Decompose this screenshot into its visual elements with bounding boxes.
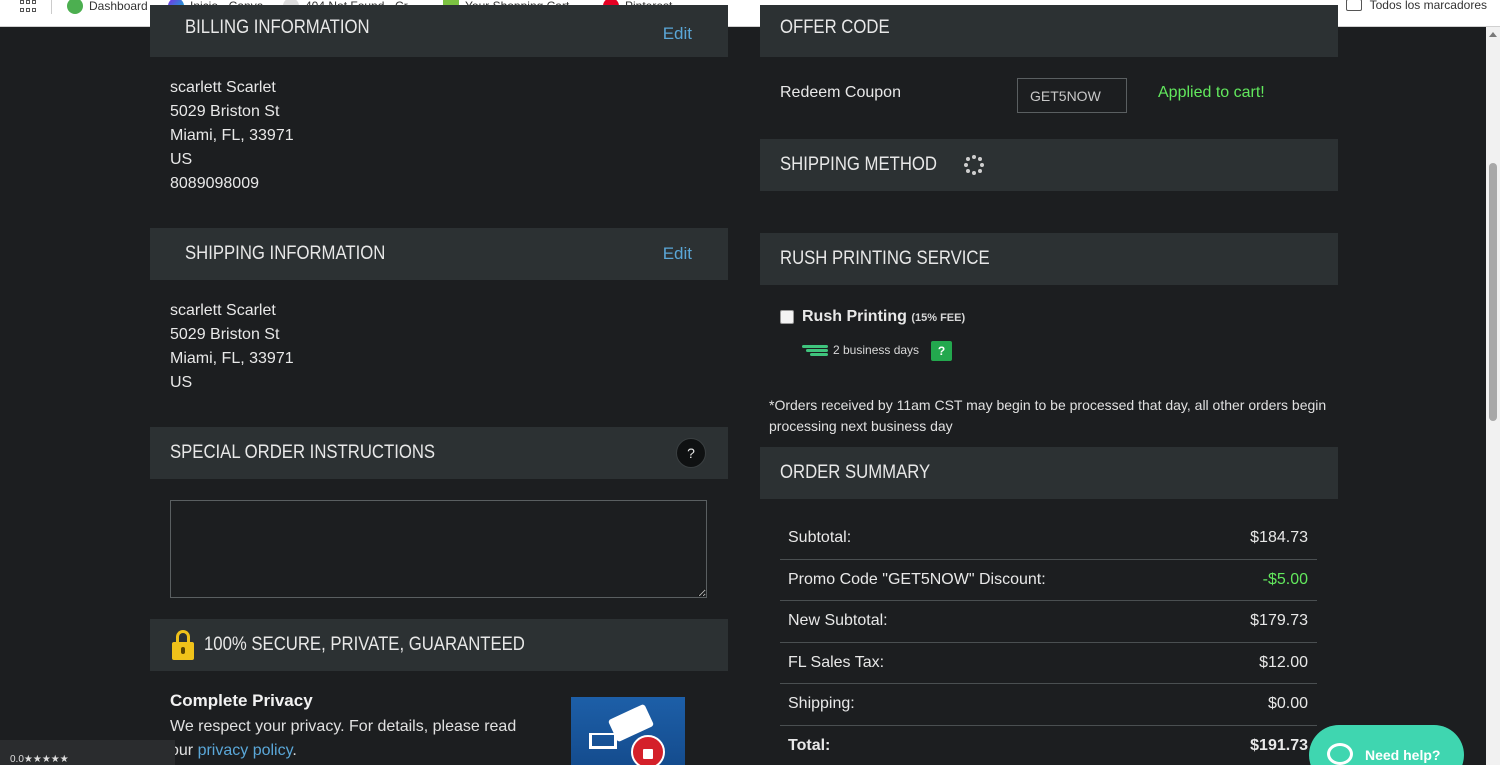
rush-printing-label[interactable]: Rush Printing (15% FEE) (802, 308, 965, 326)
bookmark-label: Dashboard (89, 0, 148, 13)
help-question-icon[interactable]: ? (676, 438, 706, 468)
dashboard-favicon-icon (67, 0, 83, 14)
business-days-text: 2 business days (833, 343, 920, 357)
shipping-edit-link[interactable]: Edit (663, 244, 692, 264)
apps-grid-icon[interactable] (20, 0, 36, 14)
summary-label: Subtotal: (788, 529, 852, 547)
summary-row-tax: FL Sales Tax: $12.00 (780, 643, 1317, 684)
summary-value: $184.73 (1250, 529, 1308, 547)
summary-value: -$5.00 (1262, 570, 1308, 588)
special-instructions-header: SPECIAL ORDER INSTRUCTIONS ? (150, 427, 728, 479)
summary-label: Promo Code "GET5NOW" Discount: (788, 570, 1046, 588)
privacy-title: Complete Privacy (170, 691, 313, 710)
shipping-method-title: SHIPPING METHOD (780, 154, 937, 175)
shipping-info-title: SHIPPING INFORMATION (185, 243, 386, 264)
special-instructions-textarea[interactable] (170, 500, 707, 598)
privacy-text: We respect your privacy. For details, pl… (170, 715, 530, 763)
order-summary-title: ORDER SUMMARY (780, 462, 931, 483)
rush-printing-text: Rush Printing (802, 308, 907, 325)
billing-edit-link[interactable]: Edit (663, 24, 692, 44)
summary-value: $179.73 (1250, 612, 1308, 630)
need-help-label: Need help? (1365, 747, 1441, 763)
offer-code-title: OFFER CODE (780, 17, 890, 38)
all-bookmarks-label: Todos los marcadores (1369, 0, 1487, 12)
all-bookmarks[interactable]: Todos los marcadores (1345, 0, 1487, 12)
summary-value: $191.73 (1250, 737, 1308, 755)
rush-printing-checkbox[interactable] (780, 310, 794, 324)
loading-spinner-icon (964, 155, 985, 175)
rating-widget[interactable]: 0.0★★★★★ (0, 740, 175, 765)
fast-delivery-icon (802, 343, 828, 357)
shipping-line: 5029 Briston St (170, 326, 280, 343)
shipping-line: Miami, FL, 33971 (170, 350, 294, 367)
order-summary-header: ORDER SUMMARY (760, 447, 1338, 499)
privacy-policy-link[interactable]: privacy policy (198, 742, 293, 759)
chat-bubble-icon (1327, 743, 1353, 765)
summary-value: $12.00 (1259, 653, 1308, 671)
shipping-line: US (170, 374, 193, 391)
orders-note: *Orders received by 11am CST may begin t… (769, 397, 1327, 434)
billing-line: scarlett Scarlet (170, 79, 276, 96)
billing-line: US (170, 151, 193, 168)
shipping-info-header: SHIPPING INFORMATION Edit (150, 228, 728, 280)
redeem-coupon-label: Redeem Coupon (780, 84, 901, 101)
billing-header: BILLING INFORMATION Edit (150, 5, 728, 57)
summary-row-subtotal: Subtotal: $184.73 (780, 518, 1317, 560)
billing-address: scarlett Scarlet 5029 Briston St Miami, … (170, 76, 294, 196)
need-help-button[interactable]: Need help? (1309, 725, 1464, 765)
summary-row-discount: Promo Code "GET5NOW" Discount: -$5.00 (780, 560, 1317, 601)
bookmark-dashboard[interactable]: Dashboard (67, 0, 148, 14)
shipping-method-header: SHIPPING METHOD (760, 139, 1338, 191)
shipping-address: scarlett Scarlet 5029 Briston St Miami, … (170, 299, 294, 395)
scroll-up-arrow-icon[interactable] (1489, 32, 1497, 37)
summary-label: Total: (788, 737, 831, 755)
scrollbar-thumb[interactable] (1489, 163, 1497, 421)
red-lock-icon (631, 735, 665, 765)
rush-help-icon[interactable]: ? (931, 341, 952, 361)
secure-title: 100% SECURE, PRIVATE, GUARANTEED (204, 634, 525, 655)
summary-row-new-subtotal: New Subtotal: $179.73 (780, 601, 1317, 643)
rush-printing-header: RUSH PRINTING SERVICE (760, 233, 1338, 285)
offer-code-header: OFFER CODE (760, 5, 1338, 57)
summary-row-total: Total: $191.73 (780, 726, 1317, 765)
summary-label: Shipping: (788, 695, 855, 713)
billing-title: BILLING INFORMATION (185, 17, 370, 38)
rush-printing-title: RUSH PRINTING SERVICE (780, 248, 990, 269)
rush-fee: (15% FEE) (911, 312, 966, 324)
billing-line: 8089098009 (170, 175, 259, 192)
lock-icon (172, 630, 194, 660)
coupon-code-input[interactable]: GET5NOW (1017, 78, 1127, 113)
folder-icon (1345, 0, 1362, 11)
summary-value: $0.00 (1267, 695, 1308, 713)
summary-row-shipping: Shipping: $0.00 (780, 684, 1317, 726)
summary-label: New Subtotal: (788, 612, 888, 630)
bookmarks-separator (51, 0, 52, 14)
secure-header: 100% SECURE, PRIVATE, GUARANTEED (150, 619, 728, 671)
billing-line: 5029 Briston St (170, 103, 280, 120)
cart-icon (589, 733, 617, 749)
privacy-period: . (292, 742, 297, 759)
coupon-status: Applied to cart! (1158, 84, 1265, 101)
order-summary-table: Subtotal: $184.73 Promo Code "GET5NOW" D… (780, 518, 1317, 765)
billing-line: Miami, FL, 33971 (170, 127, 294, 144)
secure-checkout-image (571, 697, 685, 765)
shipping-line: scarlett Scarlet (170, 302, 276, 319)
special-instructions-title: SPECIAL ORDER INSTRUCTIONS (170, 442, 436, 463)
summary-label: FL Sales Tax: (788, 653, 885, 671)
